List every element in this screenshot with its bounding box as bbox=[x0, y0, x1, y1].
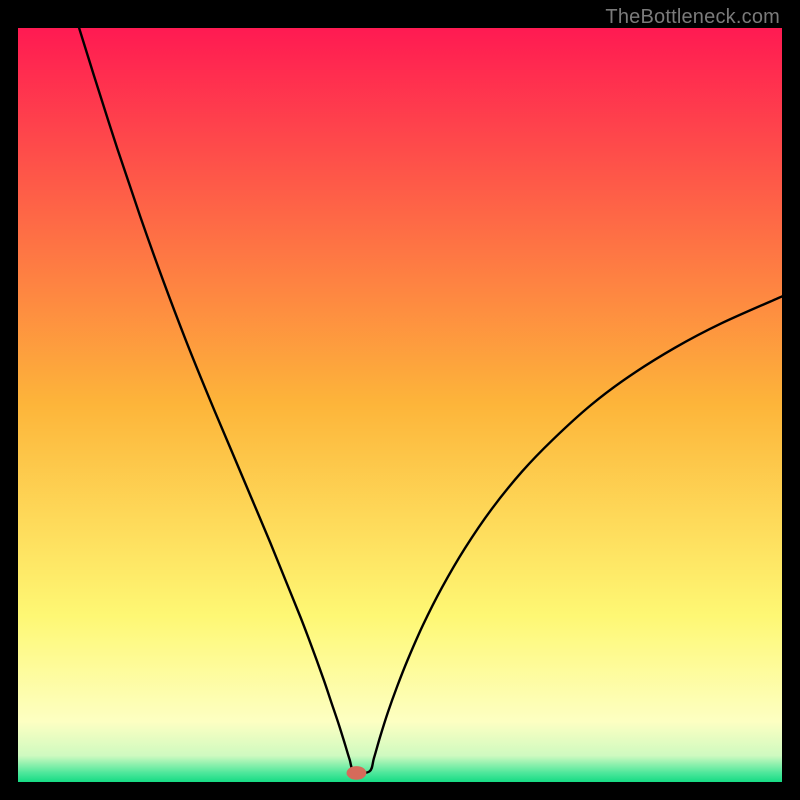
gradient-background bbox=[18, 28, 782, 782]
optimal-point-marker bbox=[347, 766, 367, 780]
watermark-text: TheBottleneck.com bbox=[605, 6, 780, 29]
bottleneck-chart bbox=[18, 28, 782, 782]
chart-frame bbox=[18, 28, 782, 782]
